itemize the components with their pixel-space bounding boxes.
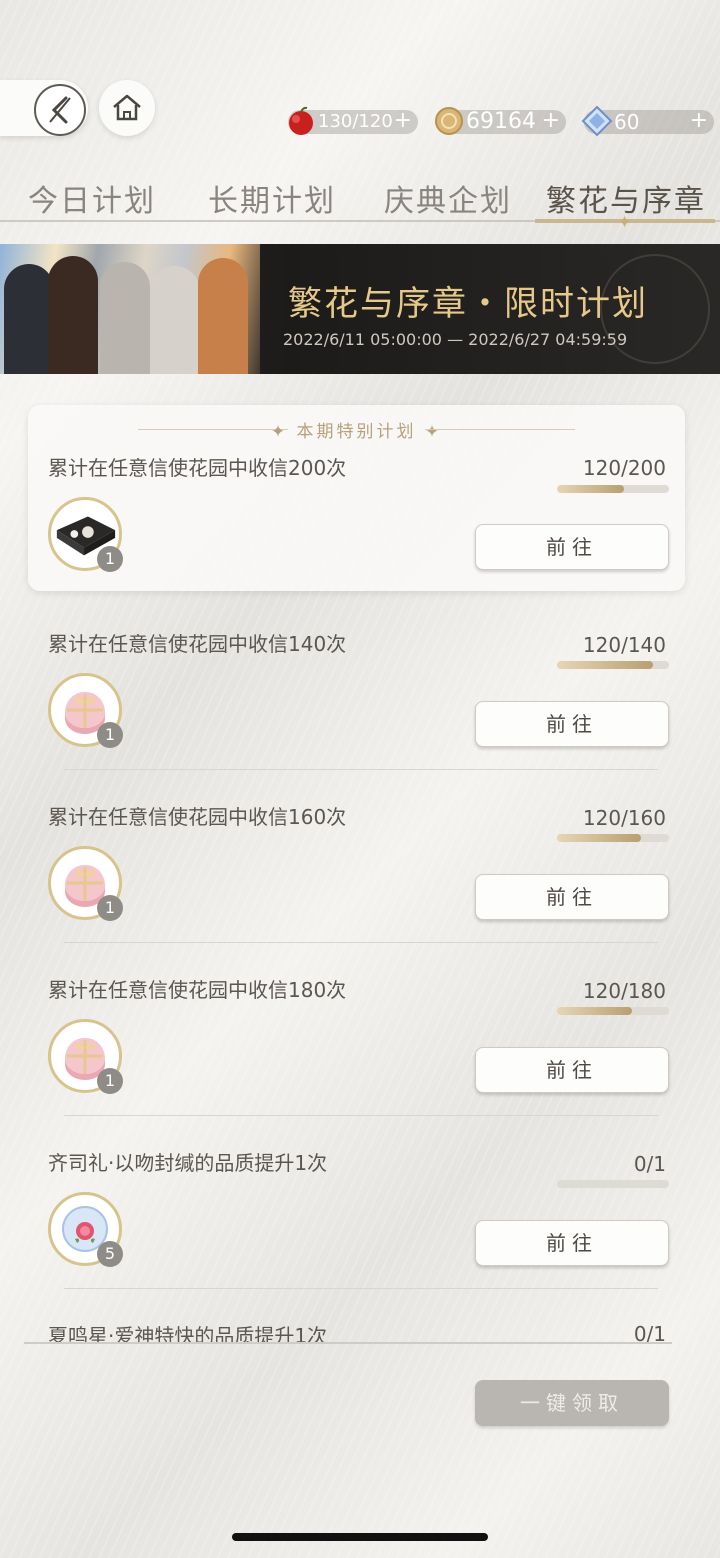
reward-item[interactable]: 1 <box>48 1019 123 1094</box>
task-title: 累计在任意信使花园中收信180次 <box>48 978 347 1002</box>
task-divider <box>64 1115 658 1116</box>
tab-long-term-plan[interactable]: 长期计划 <box>208 176 336 220</box>
reward-count: 1 <box>97 546 123 572</box>
home-icon <box>113 94 141 121</box>
reward-item[interactable]: 1 <box>48 846 123 921</box>
add-stamina-button[interactable]: + <box>394 109 412 133</box>
coin-value: 69164 <box>466 109 536 134</box>
progress-bar-fill <box>557 834 641 842</box>
go-button[interactable]: 前往 <box>475 1047 669 1093</box>
reward-item[interactable]: 1 <box>48 673 123 748</box>
featured-header: ✦ 本期特别计划 ✦ <box>270 422 443 442</box>
stamina-value: 130/120 <box>318 111 393 132</box>
task-progress: 120/200 <box>582 456 666 480</box>
banner-date-range: 2022/6/11 05:00:00 — 2022/6/27 04:59:59 <box>283 330 628 349</box>
progress-bar-fill <box>557 1007 632 1015</box>
task-progress: 120/160 <box>582 806 666 830</box>
plan-tabs: 今日计划 长期计划 庆典企划 繁花与序章 ✦ <box>0 176 720 233</box>
coin-counter: 69164 + <box>435 107 566 135</box>
task-partial-clip: 夏鸣星·爱神特快的品质提升1次 0/1 <box>0 1310 720 1342</box>
home-indicator[interactable] <box>232 1533 488 1541</box>
reward-item[interactable]: 1 <box>48 497 123 572</box>
gold-coin-icon <box>435 107 463 135</box>
sparkle-icon: ✦ <box>617 212 633 233</box>
go-button[interactable]: 前往 <box>475 524 669 570</box>
event-banner: 繁花与序章・限时计划 2022/6/11 05:00:00 — 2022/6/2… <box>0 244 720 374</box>
task-title: 齐司礼·以吻封缄的品质提升1次 <box>48 1151 328 1175</box>
apple-stamina-icon <box>289 106 313 135</box>
task-progress: 0/1 <box>633 1152 666 1176</box>
diamond-value: 60 <box>614 110 640 134</box>
task-divider <box>64 942 658 943</box>
task-divider <box>64 1288 658 1289</box>
go-button[interactable]: 前往 <box>475 701 669 747</box>
header-line-right <box>425 429 575 430</box>
go-button[interactable]: 前往 <box>475 874 669 920</box>
task-title: 累计在任意信使花园中收信140次 <box>48 632 347 656</box>
featured-header-text: 本期特别计划 <box>296 422 417 442</box>
reward-item[interactable]: 5 <box>48 1192 123 1267</box>
progress-bar <box>557 661 669 669</box>
home-button[interactable] <box>99 80 155 136</box>
back-arrow-icon <box>49 96 71 124</box>
diamond-icon <box>581 105 613 137</box>
add-diamond-button[interactable]: + <box>690 109 708 133</box>
reward-count: 1 <box>97 722 123 748</box>
progress-bar <box>557 834 669 842</box>
banner-title: 繁花与序章・限时计划 <box>288 284 648 324</box>
reward-count: 1 <box>97 1068 123 1094</box>
claim-all-button[interactable]: 一键领取 <box>475 1380 669 1426</box>
reward-count: 1 <box>97 895 123 921</box>
go-button[interactable]: 前往 <box>475 1220 669 1266</box>
task-title: 夏鸣星·爱神特快的品质提升1次 <box>48 1324 328 1342</box>
tab-celebration-plan[interactable]: 庆典企划 <box>384 176 512 220</box>
diamond-counter: 60 + <box>581 105 714 137</box>
progress-bar <box>557 1180 669 1188</box>
reward-count: 5 <box>97 1241 123 1267</box>
back-button[interactable] <box>34 84 86 136</box>
progress-bar <box>557 485 669 493</box>
task-progress: 120/140 <box>582 633 666 657</box>
progress-bar <box>557 1007 669 1015</box>
task-progress: 0/1 <box>633 1322 666 1342</box>
progress-bar-fill <box>557 661 653 669</box>
task-divider <box>64 769 658 770</box>
progress-bar-fill <box>557 485 625 493</box>
task-title: 累计在任意信使花园中收信200次 <box>48 456 347 480</box>
add-coin-button[interactable]: + <box>542 109 560 133</box>
task-title: 累计在任意信使花园中收信160次 <box>48 805 347 829</box>
character-artwork <box>0 244 260 374</box>
task-progress: 120/180 <box>582 979 666 1003</box>
list-bottom-divider <box>24 1342 672 1344</box>
tab-today-plan[interactable]: 今日计划 <box>28 176 156 220</box>
stamina-counter: 130/120 + <box>288 106 418 135</box>
